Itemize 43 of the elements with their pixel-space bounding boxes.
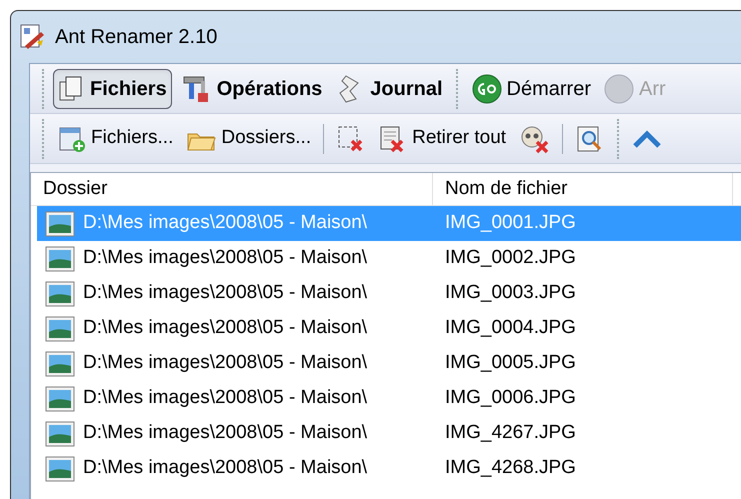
- file-name: IMG_4267.JPG: [444, 421, 576, 446]
- window-title: Ant Renamer 2.10: [55, 25, 218, 50]
- file-name: IMG_0002.JPG: [444, 246, 576, 270]
- file-name: IMG_0001.JPG: [444, 211, 576, 236]
- file-row[interactable]: D:\Mes images\2008\05 - Maison\ IMG_0005.JPG: [37, 346, 741, 381]
- folder-path: D:\Mes images\2008\05 - Maison\: [83, 211, 368, 236]
- file-row[interactable]: D:\Mes images\2008\05 - Maison\ IMG_0004.JPG: [37, 311, 741, 346]
- toolbar-button[interactable]: Dossiers...: [181, 120, 316, 158]
- toolbar-button[interactable]: Fichiers...: [53, 120, 178, 158]
- file-row[interactable]: D:\Mes images\2008\05 - Maison\ IMG_0003.JPG: [37, 276, 741, 311]
- image-icon: [45, 420, 75, 446]
- file-name: IMG_0005.JPG: [444, 351, 576, 376]
- image-icon: [45, 280, 75, 306]
- tab[interactable]: Fichiers: [53, 68, 172, 108]
- image-icon: [45, 246, 75, 272]
- file-name: IMG_4268.JPG: [444, 456, 576, 480]
- file-row[interactable]: D:\Mes images\2008\05 - Maison\ IMG_0002.JPG: [37, 241, 741, 276]
- toolbar-button[interactable]: Retirer tout: [374, 120, 510, 158]
- file-row[interactable]: D:\Mes images\2008\05 - Maison\ IMG_0006.JPG: [37, 381, 741, 416]
- column-header[interactable]: Nom de fichier: [433, 173, 733, 205]
- go-icon: [470, 72, 503, 104]
- file-name: IMG_0004.JPG: [444, 316, 576, 340]
- file-row[interactable]: D:\Mes images\2008\05 - Maison\ IMG_4267.JPG: [37, 416, 741, 451]
- folder-path: D:\Mes images\2008\05 - Maison\: [83, 316, 368, 340]
- file-name: IMG_0006.JPG: [444, 386, 576, 410]
- folder-path: D:\Mes images\2008\05 - Maison\: [83, 246, 368, 270]
- folder-path: D:\Mes images\2008\05 - Maison\: [83, 456, 368, 480]
- image-icon: [45, 316, 75, 342]
- folder-path: D:\Mes images\2008\05 - Maison\: [83, 421, 368, 446]
- image-icon: [45, 350, 75, 376]
- column-header[interactable]: Dossier: [31, 173, 433, 205]
- start-button[interactable]: Démarrer: [466, 72, 595, 104]
- folder-path: D:\Mes images\2008\05 - Maison\: [83, 281, 368, 306]
- circle-icon: [602, 72, 635, 104]
- image-icon: [45, 386, 75, 412]
- folder-path: D:\Mes images\2008\05 - Maison\: [83, 386, 368, 410]
- tab[interactable]: Opérations: [176, 68, 328, 108]
- image-icon: [45, 210, 75, 236]
- folder-path: D:\Mes images\2008\05 - Maison\: [83, 351, 368, 376]
- file-row[interactable]: D:\Mes images\2008\05 - Maison\ IMG_4268.JPG: [37, 451, 741, 486]
- image-icon: [45, 456, 75, 482]
- tab[interactable]: Journal: [331, 68, 448, 108]
- file-name: IMG_0003.JPG: [444, 281, 576, 306]
